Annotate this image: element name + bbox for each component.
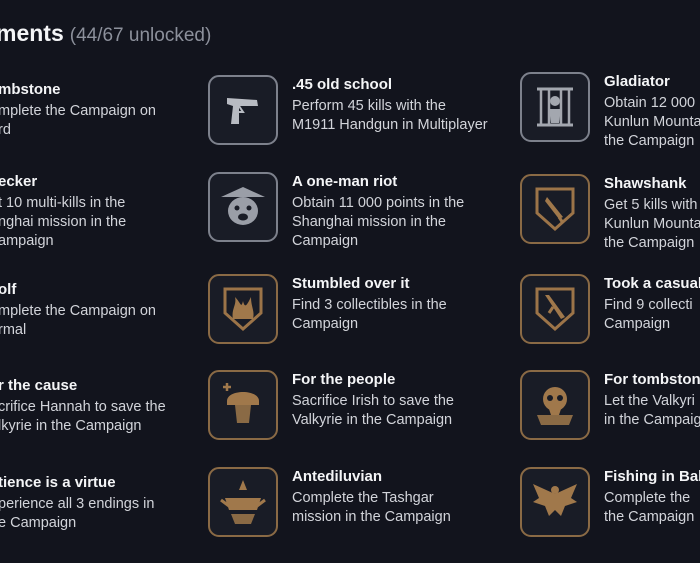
cage-icon	[520, 72, 590, 142]
achievement-description: Let the Valkyri in the Campaig	[604, 393, 700, 428]
achievement-item[interactable]: .45 old school Perform 45 kills with the…	[208, 75, 548, 165]
achievement-description: Find 9 collecti Campaign	[604, 297, 693, 332]
achievement-description: Sacrifice Irish to save the Valkyrie in …	[292, 393, 454, 428]
handgun-icon	[208, 75, 278, 145]
achievement-item[interactable]: Shawshank Get 5 kills with Kunlun Mounta…	[520, 174, 700, 264]
achievement-name: .45 old school	[292, 76, 393, 93]
achievement-item[interactable]: Fishing in Bak Complete the the Campaign	[520, 467, 700, 557]
achievement-description: mplete the Campaign on rd	[0, 103, 156, 138]
achievement-name: Antediluvian	[292, 468, 383, 485]
ship-emblem-icon	[208, 467, 278, 537]
page-header: ments (44/67 unlocked)	[0, 20, 211, 47]
achievement-description: mplete the Campaign on rmal	[0, 303, 156, 338]
achievement-description: perience all 3 endings in e Campaign	[0, 496, 155, 531]
achievement-name: Shawshank	[604, 175, 687, 192]
knife-shield-icon	[520, 174, 590, 244]
achievement-name: mbstone	[0, 81, 61, 98]
skull-icon	[520, 370, 590, 440]
achievement-item[interactable]: For the people Sacrifice Irish to save t…	[208, 370, 548, 460]
achievement-name: r the cause	[0, 377, 78, 394]
unlock-count: (44/67 unlocked)	[69, 25, 212, 46]
achievement-description: Get 5 kills with Kunlun Mounta the Campa…	[604, 197, 700, 251]
page-title: ments	[0, 20, 64, 46]
bear-mask-icon	[208, 172, 278, 242]
rifle-shield-icon	[520, 274, 590, 344]
achievement-item[interactable]: A one-man riot Obtain 11 000 points in t…	[208, 172, 548, 262]
achievement-name: A one-man riot	[292, 173, 398, 190]
achievement-name: Stumbled over it	[292, 275, 410, 292]
achievement-name: Took a casual	[604, 275, 700, 292]
achievement-description: crifice Hannah to save the lkyrie in the…	[0, 399, 166, 434]
achievement-description: Obtain 11 000 points in the Shanghai mis…	[292, 195, 465, 249]
achievement-name: Gladiator	[604, 73, 670, 90]
achievement-name: For the people	[292, 371, 396, 388]
achievement-item[interactable]: Stumbled over it Find 3 collectibles in …	[208, 274, 548, 364]
flame-shield-icon	[208, 274, 278, 344]
achievement-name: For tombston	[604, 371, 700, 388]
eagle-icon	[520, 467, 590, 537]
achievement-description: Perform 45 kills with the M1911 Handgun …	[292, 98, 488, 133]
achievement-description: Find 3 collectibles in the Campaign	[292, 297, 447, 332]
achievement-description: Complete the the Campaign	[604, 490, 695, 525]
achievement-item[interactable]: Antediluvian Complete the Tashgar missio…	[208, 467, 548, 557]
achievement-item[interactable]: Took a casual Find 9 collecti Campaign	[520, 274, 700, 364]
achievement-description: Obtain 12 000 Kunlun Mounta the Campaign	[604, 95, 700, 149]
achievement-description: Complete the Tashgar mission in the Camp…	[292, 490, 451, 525]
achievement-name: Fishing in Bak	[604, 468, 700, 485]
helmet-cross-icon	[208, 370, 278, 440]
achievement-name: ecker	[0, 173, 38, 190]
achievement-item[interactable]: For tombston Let the Valkyri in the Camp…	[520, 370, 700, 460]
achievement-name: olf	[0, 281, 17, 298]
achievement-name: tience is a virtue	[0, 474, 116, 491]
achievement-description: t 10 multi-kills in the nghai mission in…	[0, 195, 127, 249]
achievement-item[interactable]: Gladiator Obtain 12 000 Kunlun Mounta th…	[520, 72, 700, 162]
